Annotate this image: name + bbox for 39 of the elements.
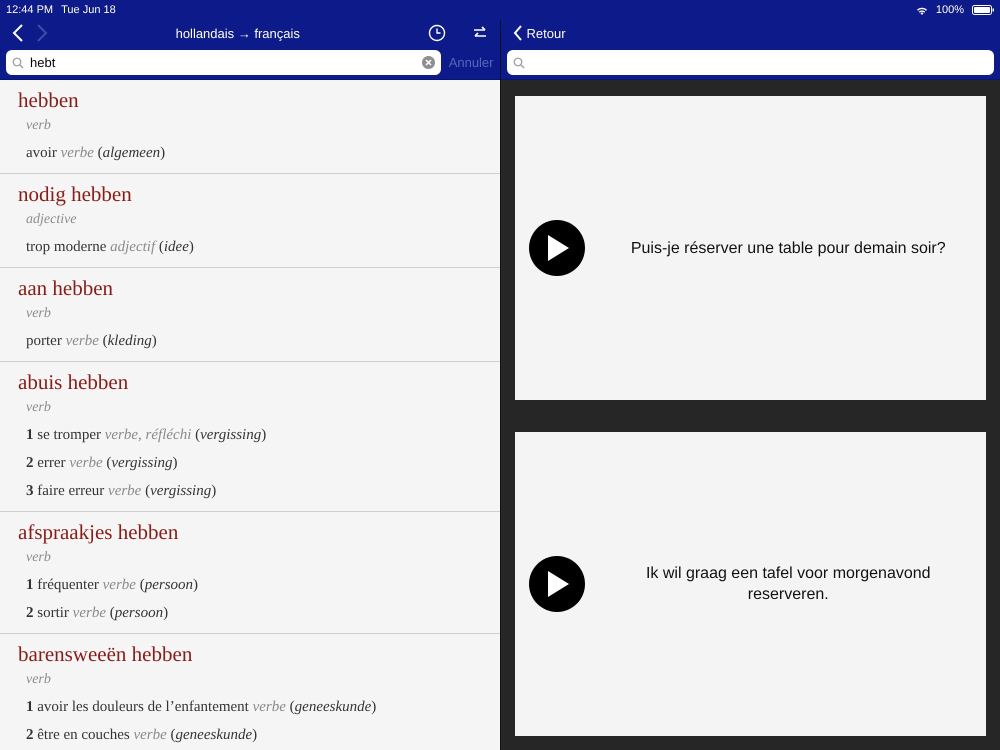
translation-line: 2 errer verbe (vergissing) xyxy=(25,454,178,473)
headword[interactable]: nodig hebben xyxy=(18,181,482,207)
part-of-speech: adjective xyxy=(25,211,78,229)
translation-line: trop moderne adjectif (idee) xyxy=(25,238,195,257)
search-field[interactable] xyxy=(506,50,994,75)
search-icon xyxy=(12,56,24,68)
translation-line: 1 avoir les douleurs de l’enfantement verbe (geneeskunde) xyxy=(25,698,378,717)
wifi-icon xyxy=(916,6,928,14)
clear-icon[interactable] xyxy=(422,56,435,69)
status-time: 12:44 PM xyxy=(6,4,54,16)
search-icon xyxy=(512,56,524,68)
translation-line: 1 se tromper verbe, réfléchi (vergissing) xyxy=(25,426,268,445)
phrase-text: Puis-je réserver une table pour demain soir? xyxy=(630,238,947,258)
part-of-speech: verb xyxy=(25,117,52,135)
status-date: Tue Jun 18 xyxy=(61,4,116,16)
battery-icon xyxy=(972,5,994,15)
translation-line: porter verbe (kleding) xyxy=(25,332,158,351)
phrase-text: Ik wil graag een tafel voor morgenavond reserveren. xyxy=(644,564,932,605)
search-field[interactable]: hebt xyxy=(6,50,441,75)
translation-line: 3 faire erreur verbe (vergissing) xyxy=(25,482,218,501)
chevron-icon xyxy=(512,25,522,41)
headword[interactable]: afspraakjes hebben xyxy=(18,519,482,545)
translation-line: 2 être en couches verbe (geneeskunde) xyxy=(25,726,258,745)
battery-percent: 100% xyxy=(936,4,964,16)
part-of-speech: verb xyxy=(25,549,52,567)
nav-title: hollandais → français xyxy=(174,26,301,40)
translation-line: 1 fréquenter verbe (persoon) xyxy=(25,576,200,595)
part-of-speech: verb xyxy=(25,671,52,689)
translation-line: 2 sortir verbe (persoon) xyxy=(25,604,170,623)
headword[interactable]: barensweeën hebben xyxy=(18,641,482,667)
back-button[interactable] xyxy=(12,24,24,42)
back-button[interactable]: Retour xyxy=(512,25,566,41)
headword[interactable]: aan hebben xyxy=(18,275,482,301)
part-of-speech: verb xyxy=(25,399,52,417)
translation-line: avoir verbe (algemeen) xyxy=(25,144,166,163)
history-button[interactable] xyxy=(428,24,446,42)
headword[interactable]: hebben xyxy=(18,87,482,113)
part-of-speech: verb xyxy=(25,305,52,323)
headword[interactable]: abuis hebben xyxy=(18,369,482,395)
